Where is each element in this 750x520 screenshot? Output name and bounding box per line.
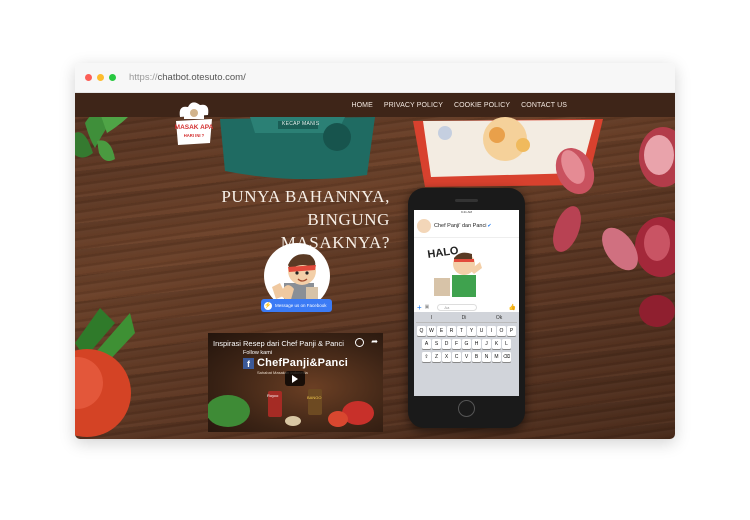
- headline-line1: PUNYA BAHANNYA,: [221, 187, 390, 206]
- ios-keyboard: I Di Ok Q W E R T Y U I O P A S D F G H …: [414, 312, 519, 396]
- keyboard-suggestions: I Di Ok: [416, 314, 517, 323]
- browser-window: https://chatbot.otesuto.com/ HOME PRIVAC…: [75, 63, 675, 439]
- masak-apa-logo[interactable]: MASAK APA HARI INI ?: [174, 99, 214, 147]
- share-icon[interactable]: ➦: [371, 337, 378, 346]
- browser-toolbar: https://chatbot.otesuto.com/: [75, 63, 675, 93]
- keyboard-row-1: Q W E R T Y U I O P: [416, 326, 517, 336]
- tomato-image: [75, 308, 135, 437]
- key[interactable]: I: [487, 326, 496, 336]
- key[interactable]: S: [432, 339, 441, 349]
- royco-brand-label: Royco: [267, 393, 279, 398]
- logo-text-line1: MASAK APA: [175, 124, 214, 131]
- shallots-image: [553, 127, 675, 327]
- bango-bottle: [308, 389, 322, 415]
- shift-key[interactable]: ⇧: [422, 352, 431, 362]
- top-navigation: HOME PRIVACY POLICY COOKIE POLICY CONTAC…: [75, 93, 675, 117]
- video-channel-name: ChefPanji&Panci: [257, 357, 349, 369]
- phone-home-button: [458, 400, 475, 417]
- key[interactable]: R: [447, 326, 456, 336]
- messenger-button-label: Message us on Facebook: [275, 303, 327, 308]
- key[interactable]: V: [462, 352, 471, 362]
- add-icon[interactable]: +: [417, 303, 422, 312]
- messenger-icon: ⚡: [264, 301, 272, 310]
- video-title: Inspirasi Resep dari Chef Panji & Panci: [213, 339, 344, 348]
- key[interactable]: G: [462, 339, 471, 349]
- maximize-window-button[interactable]: [109, 74, 116, 81]
- like-icon[interactable]: 👍: [509, 304, 516, 311]
- watch-later-icon[interactable]: [355, 338, 364, 347]
- landing-page: HOME PRIVACY POLICY COOKIE POLICY CONTAC…: [75, 93, 675, 439]
- nav-contact-us-link[interactable]: CONTACT US: [521, 102, 567, 109]
- smartphone-mockup: 9:41 AM Chef Panji' dan Panci ✔ HALO ": [408, 188, 525, 428]
- youtube-video-embed[interactable]: Inspirasi Resep dari Chef Panji & Panci …: [208, 333, 383, 432]
- message-us-on-facebook-button[interactable]: ⚡ Message us on Facebook: [261, 299, 332, 312]
- video-follow-text: Follow kami: [243, 350, 273, 356]
- nav-home-link[interactable]: HOME: [351, 102, 372, 109]
- close-window-button[interactable]: [85, 74, 92, 81]
- url-host: chatbot.otesuto.com/: [157, 72, 246, 83]
- key[interactable]: H: [472, 339, 481, 349]
- key[interactable]: P: [507, 326, 516, 336]
- key[interactable]: A: [422, 339, 431, 349]
- chat-avatar: [417, 219, 431, 233]
- minimize-window-button[interactable]: [97, 74, 104, 81]
- key[interactable]: X: [442, 352, 451, 362]
- nav-privacy-policy-link[interactable]: PRIVACY POLICY: [384, 102, 443, 109]
- key[interactable]: N: [482, 352, 491, 362]
- url-protocol: https://: [129, 72, 158, 83]
- bango-brand-label: BANGO: [307, 395, 322, 400]
- messenger-chat-header: Chef Panji' dan Panci ✔: [414, 215, 519, 238]
- key[interactable]: F: [452, 339, 461, 349]
- phone-screen: 9:41 AM Chef Panji' dan Panci ✔ HALO ": [414, 210, 519, 396]
- play-icon: [292, 374, 298, 383]
- key[interactable]: Z: [432, 352, 441, 362]
- key[interactable]: J: [482, 339, 491, 349]
- verified-badge-icon: ✔: [487, 223, 492, 229]
- nav-cookie-policy-link[interactable]: COOKIE POLICY: [454, 102, 510, 109]
- message-composer[interactable]: + ▣ Aa 👍: [414, 302, 519, 312]
- key[interactable]: B: [472, 352, 481, 362]
- phone-earpiece: [455, 199, 478, 202]
- keyboard-row-2: A S D F G H J K L: [416, 339, 517, 349]
- camera-icon[interactable]: ▣: [425, 304, 430, 310]
- message-input[interactable]: Aa: [437, 303, 478, 311]
- suggestion[interactable]: Ok: [496, 315, 502, 321]
- key[interactable]: Q: [417, 326, 426, 336]
- play-button[interactable]: [285, 371, 305, 386]
- address-bar[interactable]: https://chatbot.otesuto.com/: [129, 72, 246, 83]
- key[interactable]: C: [452, 352, 461, 362]
- backspace-key[interactable]: ⌫: [502, 352, 511, 362]
- chat-name: Chef Panji' dan Panci: [434, 223, 487, 229]
- key[interactable]: O: [497, 326, 506, 336]
- halo-sticker-image: HALO: [414, 242, 486, 302]
- key[interactable]: U: [477, 326, 486, 336]
- suggestion[interactable]: Di: [462, 315, 467, 321]
- key[interactable]: E: [437, 326, 446, 336]
- key[interactable]: K: [492, 339, 501, 349]
- packet-label: KECAP MANIS: [282, 121, 320, 127]
- key[interactable]: L: [502, 339, 511, 349]
- key[interactable]: T: [457, 326, 466, 336]
- keyboard-row-3: ⇧ Z X C V B N M ⌫: [416, 352, 517, 362]
- facebook-icon: f: [243, 358, 254, 369]
- key[interactable]: D: [442, 339, 451, 349]
- key[interactable]: W: [427, 326, 436, 336]
- logo-text-line2: HARI INI ?: [184, 133, 205, 138]
- key[interactable]: Y: [467, 326, 476, 336]
- key[interactable]: M: [492, 352, 501, 362]
- suggestion[interactable]: I: [431, 315, 432, 321]
